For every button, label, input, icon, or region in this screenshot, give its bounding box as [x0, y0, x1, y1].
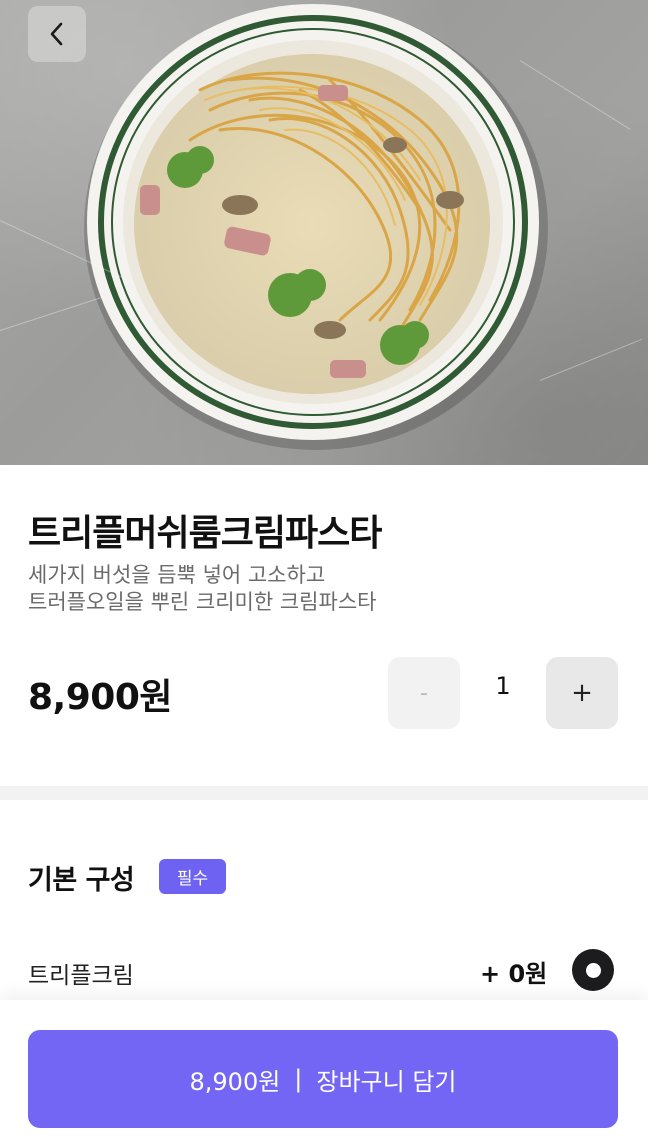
option-item[interactable]: 트리플크림 + 0원: [0, 940, 648, 1000]
pasta-plate-illustration: [84, 4, 548, 450]
bottom-bar: 8,900원 | 장바구니 담기: [0, 1000, 648, 1148]
option-name: 트리플크림: [28, 963, 134, 989]
cart-button-separator: |: [294, 1065, 303, 1093]
cart-button-price: 8,900원: [189, 1067, 281, 1096]
description-line: 세가지 버섯을 듬뿍 넣어 고소하고: [28, 563, 326, 587]
chevron-left-icon: [50, 22, 63, 46]
quantity-value: 1: [495, 672, 511, 700]
product-price: 8,900원: [28, 677, 173, 718]
quantity-decrease-button[interactable]: -: [388, 657, 460, 729]
cart-button-label: 장바구니 담기: [316, 1067, 457, 1096]
required-badge: 필수: [159, 859, 226, 894]
quantity-increase-button[interactable]: +: [546, 657, 618, 729]
add-to-cart-button[interactable]: 8,900원 | 장바구니 담기: [28, 1030, 618, 1128]
product-description: 세가지 버섯을 듬뿍 넣어 고소하고 트러플오일을 뿌린 크리미한 크림파스타: [28, 562, 376, 616]
product-title: 트리플머쉬룸크림파스타: [28, 513, 382, 554]
section-divider: [0, 786, 648, 800]
option-section-title: 기본 구성: [28, 865, 135, 896]
option-radio[interactable]: [572, 949, 614, 991]
description-line: 트러플오일을 뿌린 크리미한 크림파스타: [28, 590, 377, 614]
option-price: + 0원: [480, 960, 548, 988]
radio-selected-dot: [585, 962, 601, 978]
product-image: [0, 0, 648, 465]
back-button[interactable]: [28, 6, 86, 62]
